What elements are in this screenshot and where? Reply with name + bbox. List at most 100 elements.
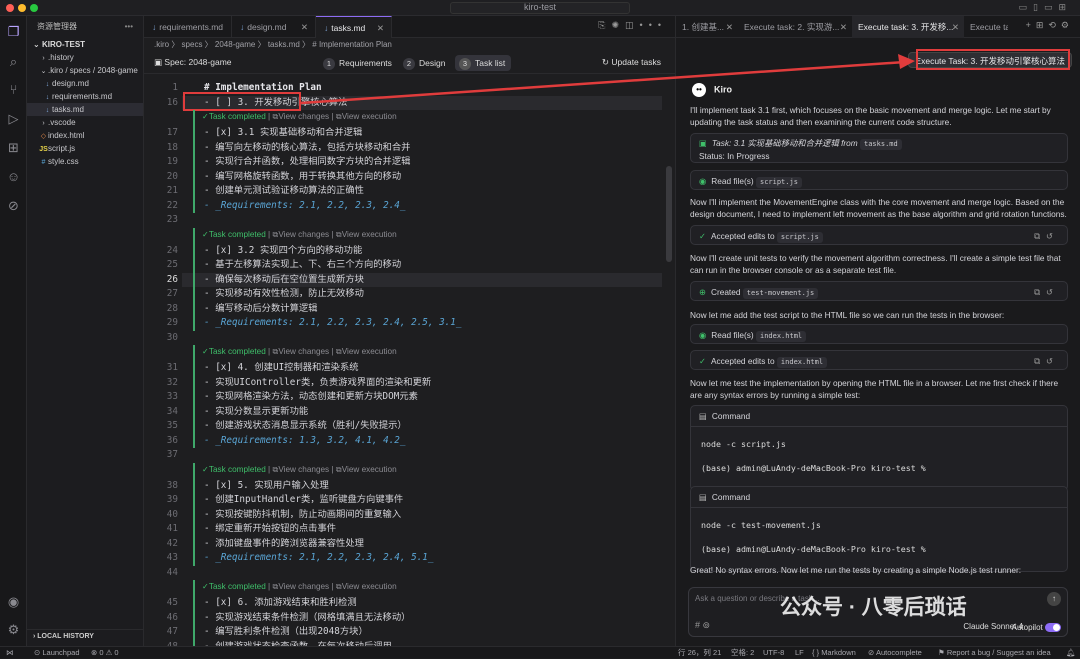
code-line[interactable]: 25 - 基于左移算法实现上、下、右三个方向的移动 [144,258,664,273]
code-line[interactable]: 32 - 实现UIController类，负责游戏界面的渲染和更新 [144,376,664,391]
update-tasks-button[interactable]: ↻ Update tasks [602,57,661,68]
extensions-icon[interactable]: ⊞ [6,140,21,155]
indentation[interactable]: 空格: 2 [731,647,754,659]
close-tab-icon[interactable]: ✕ [726,16,733,38]
code-line[interactable]: 19 - 实现行合并函数，处理相同数字方块的合并逻辑 [144,155,664,170]
tree-folder-history[interactable]: › .history [27,51,143,64]
workspace-root[interactable]: ⌄ KIRO-TEST [27,38,143,51]
diff-revert-icons[interactable]: ⧉↺ [1034,282,1059,302]
send-arrow-icon[interactable]: ↑ [1047,592,1061,606]
settings-gear-icon[interactable]: ⚙ [6,622,21,637]
code-line[interactable]: 27 - 实现移动有效性检测，防止无效移动 [144,287,664,302]
code-line[interactable]: 31 - [x] 4. 创建UI控制器和渲染系统 [144,361,664,376]
code-line[interactable]: 39 - 创建InputHandler类，监听键盘方向键事件 [144,493,664,508]
toggle-switch[interactable] [1045,623,1061,632]
code-line[interactable]: 45 - [x] 6. 添加游戏结束和胜利检测 [144,596,664,611]
code-line[interactable]: 42 - 添加键盘事件的跨浏览器兼容性处理 [144,537,664,552]
chat-tab-1[interactable]: 1. 创建基... ✕ [676,16,738,38]
code-line[interactable]: 24 - [x] 3.2 实现四个方向的移动功能 [144,244,664,259]
accepted-edits-card[interactable]: ✓ Accepted edits to index.html ⧉↺ [690,350,1068,370]
code-line[interactable]: 34 - 实现分数显示更新功能 [144,405,664,420]
editor-actions[interactable]: ⎘✺◫••• [598,20,667,31]
code-line[interactable]: 41 - 绑定重新开始按钮的点击事件 [144,522,664,537]
code-line[interactable]: 23 [144,213,664,228]
code-line[interactable]: 28 - 编写移动后分数计算逻辑 [144,302,664,317]
tab-tasks[interactable]: ↓ tasks.md ✕ [316,16,392,38]
tree-file-index-html[interactable]: ◇ index.html [27,129,143,142]
file-chip[interactable]: test-movement.js [742,288,819,299]
code-line[interactable]: 46 - 实现游戏结束条件检测（网格填满且无法移动） [144,611,664,626]
kiro-ghost-icon[interactable]: ☺ [6,169,21,184]
editor-scrollbar[interactable] [666,166,672,262]
code-line[interactable]: 36 - _Requirements: 1.3, 3.2, 4.1, 4.2_ [144,434,664,449]
code-line[interactable]: 20 - 编写网格旋转函数，用于转换其他方向的移动 [144,170,664,185]
close-tab-icon[interactable]: ✕ [301,16,308,38]
code-line[interactable]: 26 - 确保每次移动后在空位置生成新方块 [144,273,664,288]
code-line[interactable]: 21 - 创建单元测试验证移动算法的正确性 [144,184,664,199]
code-line[interactable]: 43 - _Requirements: 2.1, 2.2, 2.3, 2.4, … [144,551,664,566]
local-history-section[interactable]: › LOCAL HISTORY [27,629,144,643]
code-line[interactable]: 30 [144,331,664,346]
report-bug-link[interactable]: ⚑ Report a bug / Suggest an idea [938,647,1051,659]
task-codelens[interactable]: ✓Task completed | ⧉View changes | ⧉View … [202,346,397,358]
code-line[interactable]: 40 - 实现按键防抖机制，防止动画期间的重复输入 [144,508,664,523]
read-files-card[interactable]: ◉ Read file(s) index.html [690,324,1068,344]
launchpad-item[interactable]: ⊙ Launchpad [34,647,80,659]
breadcrumb[interactable]: .kiro 〉 specs 〉 2048-game 〉 tasks.md 〉 #… [144,38,675,52]
tree-folder-specs[interactable]: ⌄ .kiro / specs / 2048-game [27,64,143,77]
autocomplete-status[interactable]: ⊘ Autocomplete [868,647,922,659]
encoding[interactable]: UTF-8 [763,647,784,659]
code-line[interactable]: 22 - _Requirements: 2.1, 2.2, 2.3, 2.4_ [144,199,664,214]
file-chip[interactable]: index.html [755,331,807,342]
tree-file-design[interactable]: ↓ design.md [27,77,143,90]
diff-revert-icons[interactable]: ⧉↺ [1034,226,1059,246]
task-codelens[interactable]: ✓Task completed | ⧉View changes | ⧉View … [202,581,397,593]
created-file-card[interactable]: ⊕ Created test-movement.js ⧉↺ [690,281,1068,301]
code-line[interactable]: 29 - _Requirements: 2.1, 2.2, 2.3, 2.4, … [144,316,664,331]
tree-folder-vscode[interactable]: › .vscode [27,116,143,129]
step-requirements[interactable]: 1 Requirements [319,55,398,71]
more-actions-icon[interactable]: ••• [125,16,133,38]
chat-tab-2[interactable]: Execute task: 2. 实现游... ✕ [738,16,852,38]
code-line[interactable]: 44 [144,566,664,581]
search-icon[interactable]: ⌕ [6,54,21,69]
context-icons[interactable]: # ⊚ [695,620,710,631]
tab-design[interactable]: ↓ design.md ✕ [232,16,316,38]
chat-tab-4[interactable]: Execute ta [964,16,1008,38]
remote-indicator[interactable]: ⋈ [6,647,14,659]
code-editor[interactable]: 1 # Implementation Plan 16- [ ] 3. 开发移动引擎核… [144,76,676,646]
code-line[interactable]: 38 - [x] 5. 实现用户输入处理 [144,479,664,494]
read-files-card[interactable]: ◉ Read file(s) script.js [690,170,1068,190]
tree-file-style-css[interactable]: # style.css [27,155,143,168]
notifications-icon[interactable]: 🔔︎ [1066,647,1076,659]
step-task-list[interactable]: 3 Task list [455,55,512,71]
source-control-icon[interactable]: ⑂ [6,82,21,97]
problems-indicator[interactable]: ⊗ 0 ⚠ 0 [91,647,119,659]
explorer-icon[interactable]: ❐ [6,24,21,39]
tree-file-tasks[interactable]: ↓ tasks.md [27,103,143,116]
cursor-position[interactable]: 行 26，列 21 [678,647,721,659]
run-debug-icon[interactable]: ▷ [6,111,21,126]
code-line[interactable]: 35 - 创建游戏状态消息显示系统（胜利/失败提示） [144,419,664,434]
tab-requirements[interactable]: ↓ requirements.md [144,16,232,38]
file-chip[interactable]: script.js [755,177,802,188]
close-tab-icon[interactable]: ✕ [952,16,959,38]
code-line[interactable]: 37 [144,448,664,463]
task-codelens[interactable]: ✓Task completed | ⧉View changes | ⧉View … [202,229,397,241]
tree-file-script-js[interactable]: JSscript.js [27,142,143,155]
file-chip[interactable]: index.html [776,357,828,368]
step-design[interactable]: 2 Design [399,55,451,71]
file-chip[interactable]: script.js [776,232,823,243]
line-ending[interactable]: LF [795,647,804,659]
code-line[interactable]: 47 - 编写胜利条件检测（出现2048方块） [144,625,664,640]
code-line[interactable]: 33 - 实现网格渲染方法，动态创建和更新方块DOM元素 [144,390,664,405]
code-line[interactable]: 17 - [x] 3.1 实现基础移动和合并逻辑 [144,126,664,141]
language-mode[interactable]: { } Markdown [812,647,856,659]
accepted-edits-card[interactable]: ✓ Accepted edits to script.js ⧉↺ [690,225,1068,245]
file-chip[interactable]: tasks.md [860,139,902,150]
layout-icons[interactable]: ▭▯▭⊞ [1018,2,1072,13]
task-codelens[interactable]: ✓Task completed | ⧉View changes | ⧉View … [202,464,397,476]
account-icon[interactable]: ◉ [6,594,21,609]
code-line[interactable]: 18 - 编写向左移动的核心算法，包括方块移动和合并 [144,141,664,156]
diff-revert-icons[interactable]: ⧉↺ [1034,351,1059,371]
